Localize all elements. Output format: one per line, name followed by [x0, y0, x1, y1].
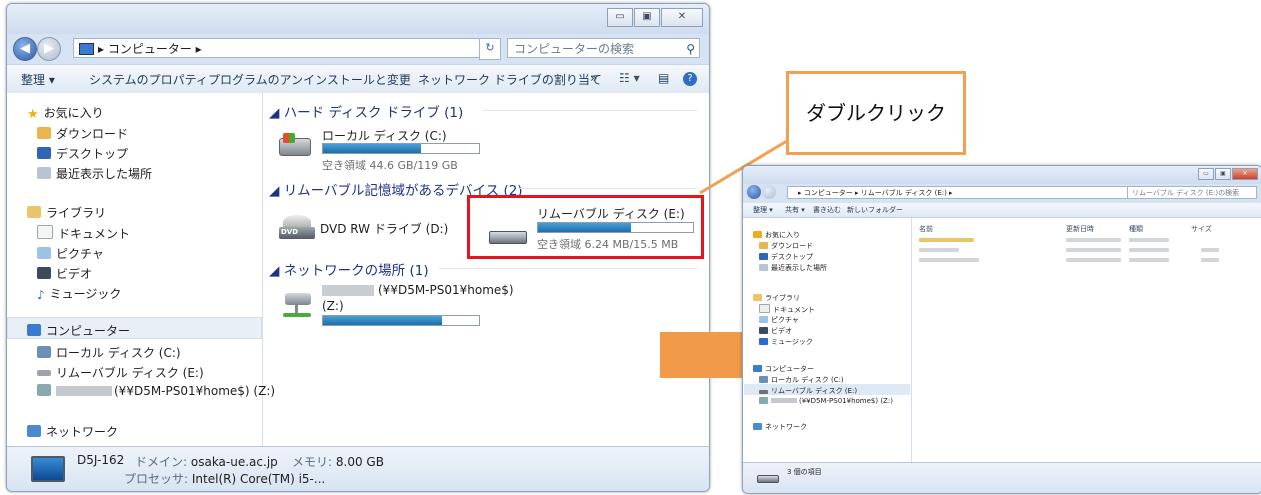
- blurred-cell: [1129, 258, 1169, 262]
- nav-computer[interactable]: コンピューター: [753, 364, 814, 374]
- minimize-button[interactable]: ▭: [1198, 168, 1214, 180]
- nav-network-drive[interactable]: (¥¥D5M-PS01¥home$) (Z:): [759, 397, 893, 405]
- nav-downloads[interactable]: ダウンロード: [759, 241, 813, 251]
- nav-pictures[interactable]: ピクチャ: [759, 315, 799, 325]
- nav-label: ピクチャ: [771, 316, 799, 324]
- blurred-cell: [919, 248, 959, 252]
- double-click-callout: ダブルクリック: [786, 71, 966, 155]
- nav-removable-disk[interactable]: リムーバブル ディスク (E:): [759, 386, 857, 396]
- folder-icon: [919, 238, 974, 242]
- title-bar[interactable]: ▭ ▣ ✕: [743, 166, 1261, 184]
- blurred-cell: [1129, 238, 1169, 242]
- item-count: 3 個の項目: [787, 468, 822, 476]
- desktop-icon: [759, 253, 768, 260]
- status-bar: 3 個の項目: [743, 462, 1261, 493]
- usb-drive-icon: [757, 475, 779, 483]
- address-bar[interactable]: ▸ コンピューター ▸ リムーバブル ディスク (E:) ▸: [787, 186, 1143, 199]
- blurred-cell: [1201, 248, 1219, 252]
- explorer-window-removable-disk: ▭ ▣ ✕ ▸ コンピューター ▸ リムーバブル ディスク (E:) ▸ リムー…: [742, 165, 1261, 494]
- recent-places-icon: [759, 264, 768, 271]
- nav-label: ビデオ: [771, 327, 792, 335]
- nav-label: 最近表示した場所: [771, 264, 827, 272]
- nav-libraries[interactable]: ライブラリ: [753, 293, 800, 303]
- blurred-username: [771, 398, 797, 403]
- star-icon: [753, 231, 762, 238]
- blurred-cell: [1066, 258, 1121, 262]
- content-area: お気に入り ダウンロード デスクトップ 最近表示した場所 ライブラリ ドキュメン…: [743, 218, 1261, 463]
- pictures-icon: [759, 316, 768, 323]
- nav-desktop[interactable]: デスクトップ: [759, 252, 813, 262]
- blurred-cell: [1129, 248, 1169, 252]
- nav-label: ダウンロード: [771, 242, 813, 250]
- nav-label: ミュージック: [771, 338, 813, 346]
- search-input[interactable]: リムーバブル ディスク (E:)の検索: [1127, 186, 1257, 199]
- nav-label: (¥¥D5M-PS01¥home$) (Z:): [799, 397, 893, 405]
- documents-icon: [759, 304, 770, 313]
- network-drive-icon: [759, 397, 768, 404]
- nav-label: リムーバブル ディスク (E:): [771, 387, 858, 395]
- hard-drive-icon: [759, 376, 768, 383]
- nav-label: ライブラリ: [765, 294, 800, 302]
- nav-recent[interactable]: 最近表示した場所: [759, 263, 827, 273]
- nav-label: ネットワーク: [765, 423, 807, 431]
- organize-button[interactable]: 整理 ▾: [753, 205, 773, 215]
- network-icon: [753, 423, 762, 430]
- command-bar: 整理 ▾ 共有 ▾ 書き込む 新しいフォルダー: [743, 203, 1261, 218]
- nav-label: ローカル ディスク (C:): [771, 376, 844, 384]
- forward-arrow-icon[interactable]: [762, 185, 776, 199]
- column-modified[interactable]: 更新日時: [1066, 224, 1094, 234]
- column-name[interactable]: 名前: [919, 224, 933, 234]
- downloads-folder-icon: [759, 242, 768, 249]
- libraries-icon: [753, 294, 762, 301]
- back-arrow-icon[interactable]: [747, 185, 761, 199]
- share-button[interactable]: 共有 ▾: [785, 205, 805, 215]
- nav-label: ドキュメント: [773, 306, 815, 314]
- blurred-cell: [1066, 238, 1121, 242]
- videos-icon: [759, 327, 768, 334]
- blurred-cell: [1201, 258, 1219, 262]
- burn-button[interactable]: 書き込む: [813, 205, 841, 215]
- close-button[interactable]: ✕: [1232, 168, 1258, 180]
- music-note-icon: [759, 338, 768, 345]
- blurred-cell: [919, 258, 979, 262]
- usb-drive-icon: [759, 390, 768, 394]
- computer-icon: [753, 365, 762, 372]
- column-type[interactable]: 種類: [1129, 224, 1143, 234]
- nav-network[interactable]: ネットワーク: [753, 422, 807, 432]
- nav-label: お気に入り: [765, 231, 800, 239]
- blurred-cell: [1066, 248, 1121, 252]
- new-folder-button[interactable]: 新しいフォルダー: [847, 205, 903, 215]
- nav-label: デスクトップ: [771, 253, 813, 261]
- column-size[interactable]: サイズ: [1191, 224, 1212, 234]
- nav-music[interactable]: ミュージック: [759, 337, 813, 347]
- nav-label: コンピューター: [765, 365, 814, 373]
- nav-favorites[interactable]: お気に入り: [753, 230, 800, 240]
- maximize-button[interactable]: ▣: [1215, 168, 1231, 180]
- nav-videos[interactable]: ビデオ: [759, 326, 792, 336]
- nav-documents[interactable]: ドキュメント: [759, 304, 815, 315]
